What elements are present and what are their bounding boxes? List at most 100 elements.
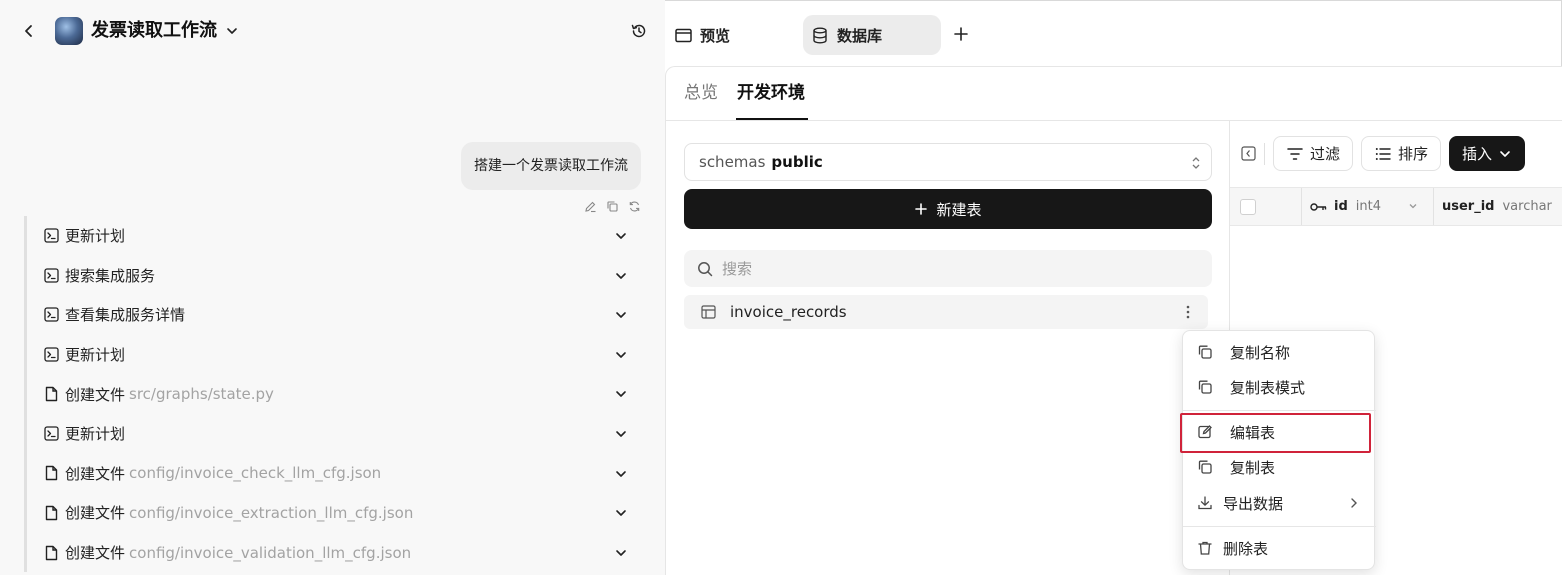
terminal-icon: [43, 228, 59, 244]
schema-label: schemas: [699, 153, 766, 171]
filter-label: 过滤: [1310, 145, 1341, 163]
terminal-icon: [43, 307, 59, 323]
table-list-item[interactable]: invoice_records: [684, 295, 1208, 329]
menu-item-label: 导出数据: [1223, 494, 1284, 513]
history-icon: [631, 24, 646, 38]
add-tab-button[interactable]: [950, 23, 972, 45]
regenerate-button[interactable]: [626, 198, 642, 214]
chevron-down-icon[interactable]: [612, 346, 630, 364]
step-item[interactable]: 更新计划: [24, 334, 640, 375]
chevron-down-icon[interactable]: [1407, 200, 1419, 212]
step-label: 创建文件: [65, 464, 126, 483]
select-all-checkbox[interactable]: [1240, 199, 1256, 215]
step-label: 查看集成服务详情: [65, 306, 186, 325]
app-switcher-button[interactable]: [222, 20, 242, 42]
tab-preview[interactable]: 预览: [665, 15, 795, 55]
menu-separator: [1183, 526, 1376, 527]
sidebar-toggle-button[interactable]: [1239, 144, 1257, 162]
step-item[interactable]: 创建文件 config/invoice_check_llm_cfg.json: [24, 453, 640, 494]
step-label: 更新计划: [65, 425, 126, 444]
chevron-down-icon[interactable]: [612, 465, 630, 483]
plus-icon: [954, 27, 968, 41]
copy-icon: [1196, 343, 1214, 361]
tab-database[interactable]: 数据库: [803, 15, 941, 55]
column-type: int4: [1355, 199, 1381, 214]
app-title: 发票读取工作流: [91, 20, 217, 41]
schema-select[interactable]: schemas public: [684, 143, 1212, 181]
menu-item-label: 复制表模式: [1230, 378, 1306, 397]
filter-button[interactable]: 过滤: [1273, 136, 1353, 171]
back-button[interactable]: [18, 20, 40, 42]
menu-item-export-data[interactable]: 导出数据: [1183, 486, 1376, 520]
chevron-down-icon[interactable]: [612, 306, 630, 324]
column-header-user-id[interactable]: user_id varchar: [1433, 188, 1562, 225]
search-input[interactable]: [722, 259, 1172, 278]
chevron-down-icon[interactable]: [612, 385, 630, 403]
sub-tab-bar: 总览 开发环境: [666, 67, 1562, 121]
subtab-dev-env[interactable]: 开发环境: [737, 82, 805, 104]
menu-item-edit-table[interactable]: 编辑表: [1183, 415, 1376, 449]
edit-message-button[interactable]: [582, 198, 598, 214]
menu-item-delete-table[interactable]: 删除表: [1183, 531, 1376, 565]
new-table-label: 新建表: [936, 200, 982, 219]
copy-icon: [1196, 458, 1214, 476]
step-label: 更新计划: [65, 346, 126, 365]
step-item[interactable]: 查看集成服务详情: [24, 295, 640, 335]
user-message-bubble: 搭建一个发票读取工作流: [461, 142, 641, 190]
step-item[interactable]: 搜索集成服务: [24, 255, 640, 296]
step-item[interactable]: 创建文件 src/graphs/state.py: [24, 374, 640, 414]
step-label: 更新计划: [65, 227, 126, 246]
terminal-icon: [43, 426, 59, 442]
subtab-overview[interactable]: 总览: [684, 82, 718, 104]
step-item[interactable]: 更新计划: [24, 413, 640, 454]
new-table-button[interactable]: 新建表: [684, 189, 1212, 229]
step-label: 创建文件: [65, 544, 126, 563]
tab-preview-label: 预览: [700, 26, 731, 45]
copy-message-button[interactable]: [604, 198, 620, 214]
message-actions: [582, 198, 642, 214]
chevron-down-icon[interactable]: [612, 267, 630, 285]
column-header-id[interactable]: id int4: [1301, 188, 1433, 225]
chevron-down-icon[interactable]: [612, 227, 630, 245]
menu-item-copy-name[interactable]: 复制名称: [1183, 335, 1376, 369]
chevron-down-icon[interactable]: [612, 544, 630, 562]
key-icon: [1310, 200, 1328, 214]
sort-label: 排序: [1398, 145, 1429, 163]
copy-icon: [1196, 378, 1214, 396]
list-icon: [1374, 145, 1392, 163]
chevron-down-icon[interactable]: [612, 504, 630, 522]
grid-header: id int4 user_id varchar: [1230, 187, 1562, 226]
step-file-path: config/invoice_check_llm_cfg.json: [129, 464, 382, 483]
chevron-down-icon: [227, 28, 237, 34]
app-logo: [55, 17, 83, 45]
insert-button[interactable]: 插入: [1449, 136, 1525, 171]
column-type: varchar: [1502, 199, 1552, 214]
terminal-icon: [43, 347, 59, 363]
copy-icon: [606, 200, 618, 212]
chevron-down-icon: [1498, 147, 1512, 161]
step-list: 更新计划 搜索集成服务 查看集成服务详情 更新计划 创建文件 src/graphs/sta…: [24, 216, 640, 573]
step-file-path: config/invoice_extraction_llm_cfg.json: [129, 503, 414, 522]
step-label: 搜索集成服务: [65, 266, 156, 285]
sidebar-collapse-icon: [1240, 145, 1256, 161]
history-button[interactable]: [628, 20, 650, 42]
active-tab-indicator: [736, 118, 808, 120]
step-item[interactable]: 创建文件 config/invoice_validation_llm_cfg.js…: [24, 532, 640, 573]
toolbar-separator: [1264, 143, 1265, 165]
table-more-button[interactable]: [1178, 302, 1198, 322]
chat-panel: 发票读取工作流 搭建一个发票读取工作流 更新计划 搜索集成服务 查看集成服务详情 更新…: [0, 0, 665, 575]
schema-value: public: [771, 153, 823, 171]
chevron-left-icon: [25, 25, 32, 37]
download-icon: [1196, 494, 1214, 512]
menu-item-duplicate-table[interactable]: 复制表: [1183, 450, 1376, 484]
sort-button[interactable]: 排序: [1361, 136, 1441, 171]
step-item[interactable]: 创建文件 config/invoice_extraction_llm_cfg.js…: [24, 493, 640, 533]
table-context-menu: 复制名称 复制表模式 编辑表 复制表 导出数据 删除表: [1182, 330, 1376, 570]
plus-icon: [914, 202, 928, 216]
step-label: 创建文件: [65, 385, 126, 404]
menu-item-copy-schema[interactable]: 复制表模式: [1183, 370, 1376, 404]
chevron-down-icon[interactable]: [612, 425, 630, 443]
step-file-path: config/invoice_validation_llm_cfg.json: [129, 543, 412, 562]
step-item[interactable]: 更新计划: [24, 216, 640, 256]
step-file-path: src/graphs/state.py: [129, 385, 274, 404]
